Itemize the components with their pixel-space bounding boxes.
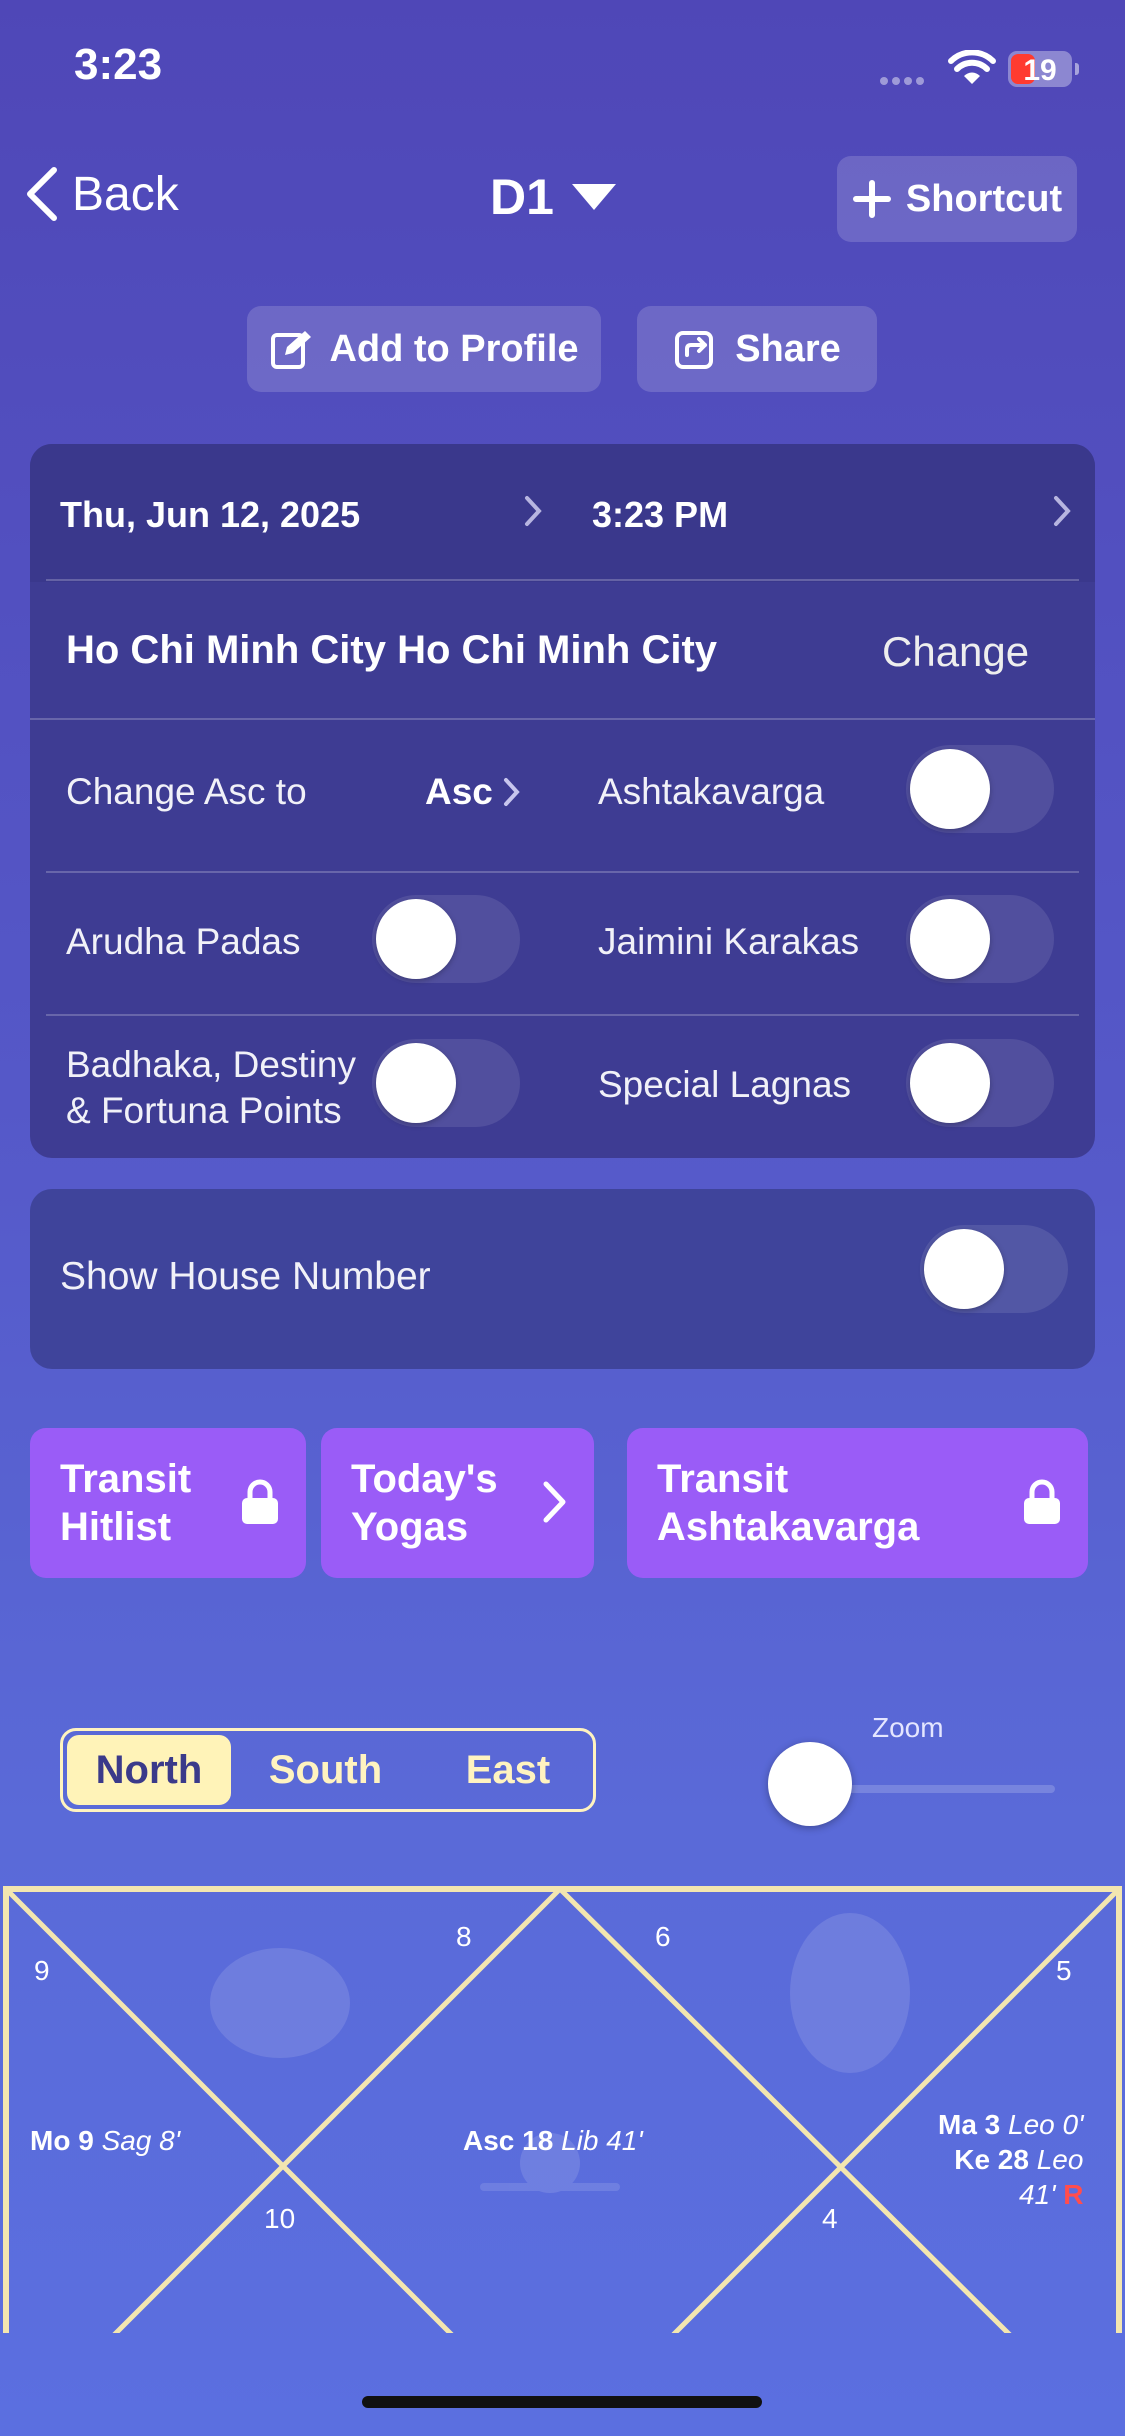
toggle-knob xyxy=(376,899,456,979)
planet-ketu-sign-deg: 41' xyxy=(1018,2179,1056,2210)
jaimini-karakas-label: Jaimini Karakas xyxy=(598,921,860,962)
house-number-9: 9 xyxy=(34,1955,50,1986)
chevron-right-icon xyxy=(503,778,520,806)
date-value[interactable]: Thu, Jun 12, 2025 xyxy=(60,494,360,536)
show-house-number-label: Show House Number xyxy=(60,1255,431,1298)
toggle-knob xyxy=(910,749,990,829)
house-number-6: 6 xyxy=(655,1921,671,1952)
divider xyxy=(46,1014,1079,1016)
show-house-number-toggle[interactable] xyxy=(920,1225,1068,1313)
badhaka-label: Badhaka, Destiny & Fortuna Points xyxy=(66,1042,356,1134)
planet-mars-name: Ma 3 xyxy=(938,2109,1001,2140)
north-indian-chart[interactable]: 9 8 6 5 10 4 Mo 9 Sag 8' Asc 18 Lib 41' … xyxy=(0,1883,1125,2436)
retrograde-marker: R xyxy=(1063,2179,1084,2210)
planet-ketu-name: Ke 28 xyxy=(954,2144,1029,2175)
transit-ashtakavarga-line1: Transit xyxy=(657,1457,789,1501)
location-name: Ho Chi Minh City Ho Chi Minh City xyxy=(66,628,718,672)
divider xyxy=(46,579,1079,581)
battery-level: 19 xyxy=(1023,54,1057,87)
toggle-knob xyxy=(376,1043,456,1123)
transit-ashtakavarga-button[interactable]: Transit Ashtakavarga xyxy=(627,1428,1088,1578)
share-button[interactable]: Share xyxy=(637,306,877,392)
asc-name: Asc 18 xyxy=(463,2125,554,2156)
planet-moon[interactable]: Mo 9 Sag 8' xyxy=(30,2125,180,2157)
planet-group-leo[interactable]: Ma 3 Leo 0' Ke 28 Leo 41' R xyxy=(938,2107,1083,2212)
signal-icon xyxy=(880,72,930,85)
back-label: Back xyxy=(72,167,179,221)
divider xyxy=(46,871,1079,873)
arudha-padas-label: Arudha Padas xyxy=(66,921,301,962)
transit-hitlist-line2: Hitlist xyxy=(60,1505,172,1549)
arudha-padas-toggle[interactable] xyxy=(372,895,520,983)
asc-selector[interactable]: Asc xyxy=(425,771,521,813)
toggle-knob xyxy=(924,1229,1004,1309)
toggle-knob xyxy=(910,899,990,979)
status-time: 3:23 xyxy=(74,40,163,89)
zoom-slider-thumb[interactable] xyxy=(768,1742,852,1826)
planet-mars-sign: Leo 0' xyxy=(1008,2109,1084,2140)
special-lagnas-toggle[interactable] xyxy=(906,1039,1054,1127)
planet-ketu-degree: 41' R xyxy=(938,2177,1084,2212)
jaimini-karakas-toggle[interactable] xyxy=(906,895,1054,983)
toggle-knob xyxy=(910,1043,990,1123)
badhaka-label-line1: Badhaka, Destiny xyxy=(66,1044,357,1085)
todays-yogas-button[interactable]: Today's Yogas xyxy=(321,1428,594,1578)
caret-down-icon xyxy=(571,184,616,210)
planet-ketu: Ke 28 Leo xyxy=(938,2142,1083,2177)
share-label: Share xyxy=(735,327,841,370)
transit-hitlist-button[interactable]: Transit Hitlist xyxy=(30,1428,306,1578)
shortcut-label: Shortcut xyxy=(905,177,1063,220)
badhaka-label-line2: & Fortuna Points xyxy=(66,1090,342,1131)
share-icon xyxy=(675,331,714,369)
planet-ketu-sign: Leo xyxy=(1036,2144,1084,2175)
plus-icon xyxy=(852,180,891,218)
house-number-5: 5 xyxy=(1056,1955,1072,1986)
time-value[interactable]: 3:23 PM xyxy=(592,494,728,536)
edit-icon xyxy=(271,331,312,369)
chart-style-segmented-control: North South East xyxy=(60,1728,596,1812)
asc-value: Asc xyxy=(425,771,493,812)
transit-hitlist-line1: Transit xyxy=(60,1457,192,1501)
planet-ascendant[interactable]: Asc 18 Lib 41' xyxy=(463,2125,643,2157)
house-number-10: 10 xyxy=(264,2203,296,2234)
battery-icon: 19 xyxy=(1008,51,1079,87)
transit-ashtakavarga-line2: Ashtakavarga xyxy=(657,1505,920,1549)
planet-mars: Ma 3 Leo 0' xyxy=(938,2107,1083,2142)
lock-icon xyxy=(242,1479,278,1524)
chart-selector[interactable]: D1 xyxy=(490,168,616,226)
add-to-profile-label: Add to Profile xyxy=(329,327,579,370)
planet-moon-name: Mo 9 xyxy=(30,2125,94,2156)
todays-yogas-line2: Yogas xyxy=(351,1505,469,1549)
house-number-card: Show House Number xyxy=(30,1189,1095,1369)
zoom-label: Zoom xyxy=(872,1712,944,1743)
chevron-left-icon xyxy=(27,167,57,221)
asc-sign: Lib 41' xyxy=(561,2125,643,2156)
chevron-right-icon xyxy=(543,1481,566,1523)
badhaka-toggle[interactable] xyxy=(372,1039,520,1127)
segment-east[interactable]: East xyxy=(433,1735,583,1805)
segment-north[interactable]: North xyxy=(67,1735,231,1805)
segment-south[interactable]: South xyxy=(238,1735,413,1805)
add-to-profile-button[interactable]: Add to Profile xyxy=(247,306,601,392)
chart-title: D1 xyxy=(490,169,554,225)
ashtakavarga-toggle[interactable] xyxy=(906,745,1054,833)
divider xyxy=(30,718,1095,720)
special-lagnas-label: Special Lagnas xyxy=(598,1064,852,1105)
wifi-icon xyxy=(948,49,996,91)
chevron-right-icon[interactable] xyxy=(523,494,543,533)
change-location-button[interactable]: Change xyxy=(882,628,1029,676)
back-button[interactable]: Back xyxy=(24,166,179,222)
house-number-8: 8 xyxy=(456,1921,472,1952)
change-asc-label: Change Asc to xyxy=(66,771,307,812)
planet-moon-sign: Sag 8' xyxy=(101,2125,181,2156)
lock-icon xyxy=(1024,1479,1060,1524)
ashtakavarga-label: Ashtakavarga xyxy=(598,771,825,812)
home-indicator[interactable] xyxy=(362,2396,762,2408)
chevron-right-icon[interactable] xyxy=(1052,494,1072,533)
house-number-4: 4 xyxy=(822,2203,838,2234)
settings-card: Thu, Jun 12, 2025 3:23 PM Ho Chi Minh Ci… xyxy=(30,444,1095,1158)
todays-yogas-line1: Today's xyxy=(351,1457,498,1501)
shortcut-button[interactable]: Shortcut xyxy=(837,156,1077,242)
